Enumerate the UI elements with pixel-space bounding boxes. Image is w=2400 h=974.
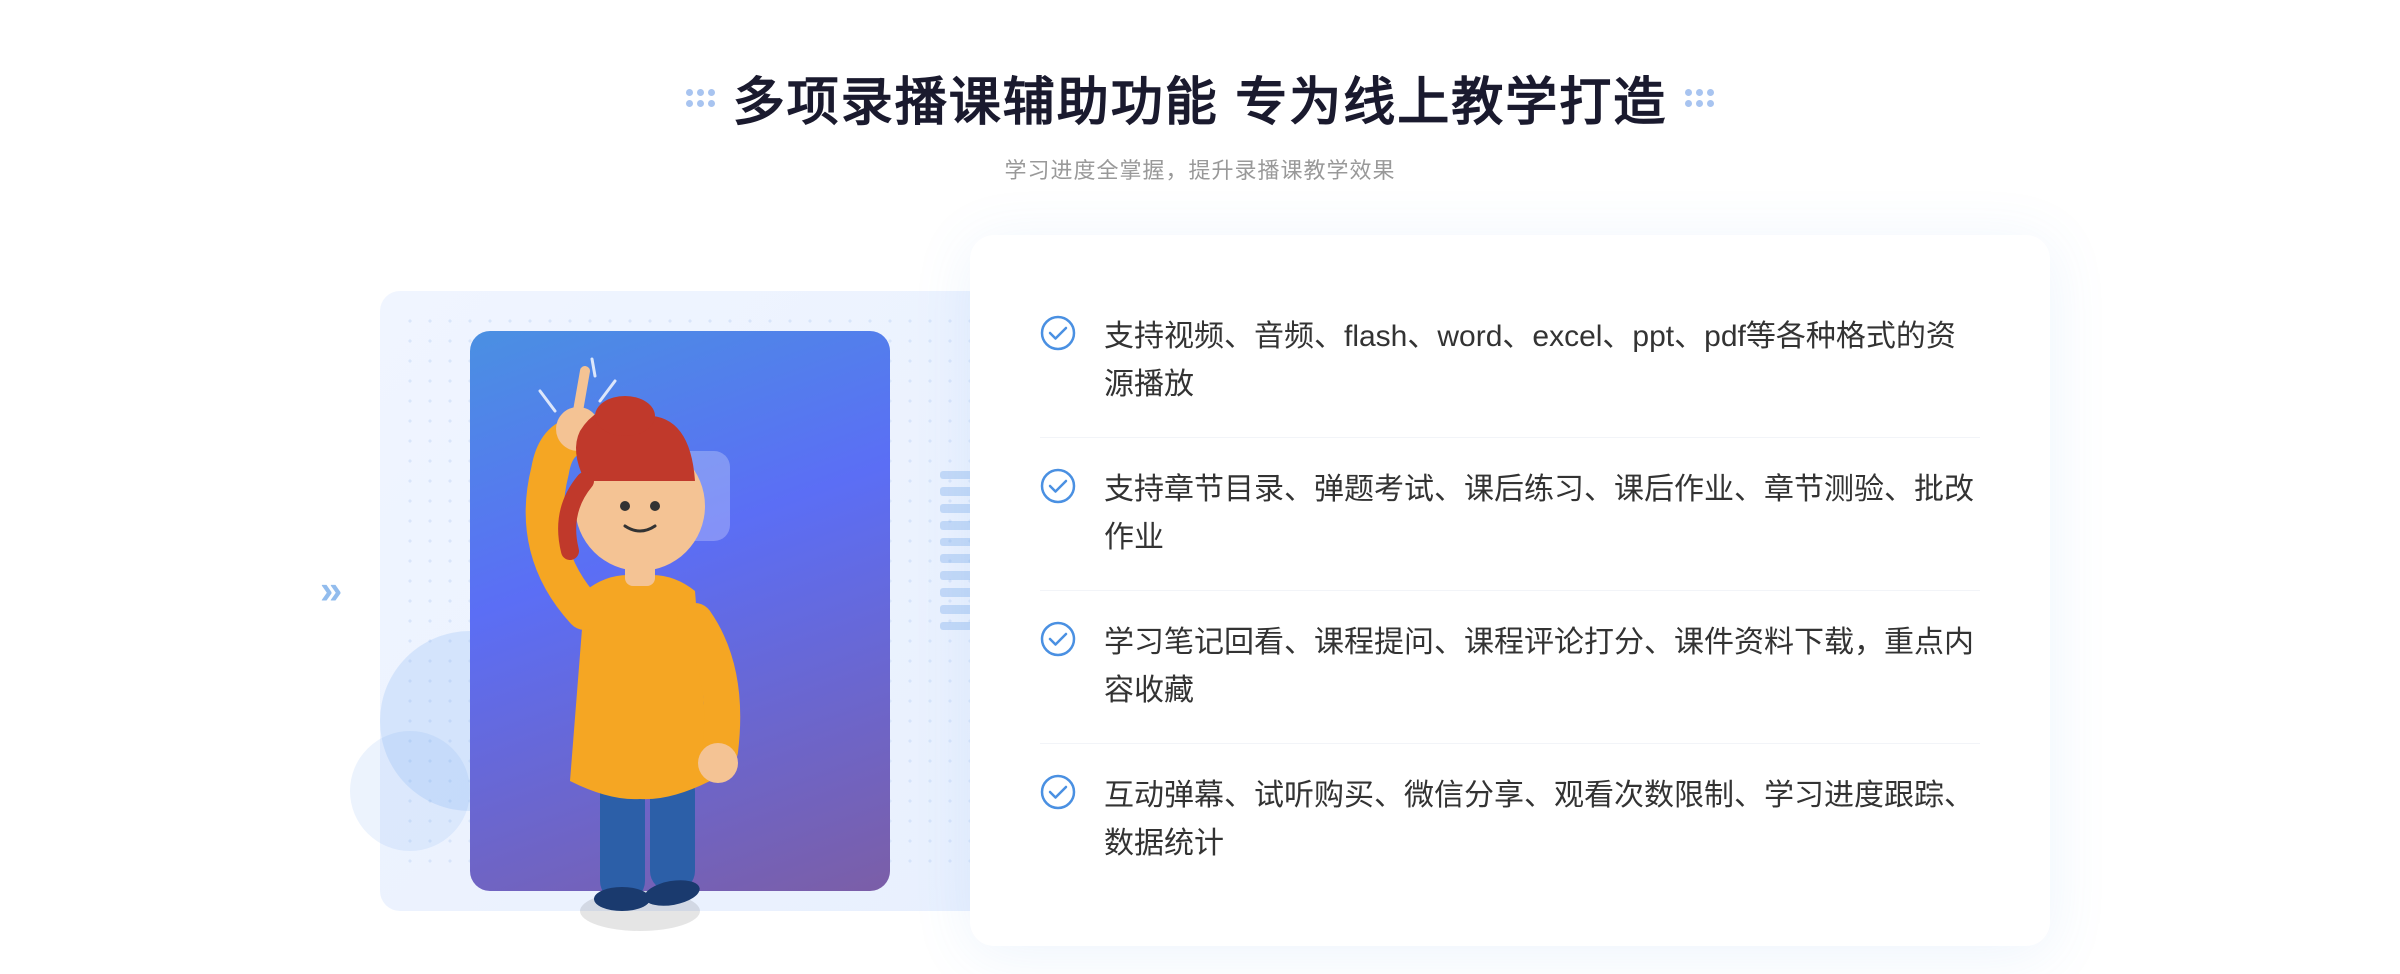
page-wrapper: 多项录播课辅助功能 专为线上教学打造 学习进度全掌握，提升录播课教学效果 xyxy=(0,0,2400,974)
feature-text-4: 互动弹幕、试听购买、微信分享、观看次数限制、学习进度跟踪、数据统计 xyxy=(1104,772,1980,868)
check-icon-1 xyxy=(1040,315,1076,351)
feature-text-3: 学习笔记回看、课程提问、课程评论打分、课件资料下载，重点内容收藏 xyxy=(1104,619,1980,715)
check-icon-4 xyxy=(1040,774,1076,810)
feature-text-2: 支持章节目录、弹题考试、课后练习、课后作业、章节测验、批改作业 xyxy=(1104,466,1980,562)
figure-illustration xyxy=(430,351,850,931)
page-title: 多项录播课辅助功能 专为线上教学打造 xyxy=(733,60,1667,135)
feature-item-3: 学习笔记回看、课程提问、课程评论打分、课件资料下载，重点内容收藏 xyxy=(1040,591,1980,744)
feature-item-2: 支持章节目录、弹题考试、课后练习、课后作业、章节测验、批改作业 xyxy=(1040,438,1980,591)
check-icon-3 xyxy=(1040,621,1076,657)
dot-grid-right xyxy=(1685,89,1714,107)
illustration-wrapper: » xyxy=(350,251,1030,931)
header-area: 多项录播课辅助功能 专为线上教学打造 xyxy=(686,60,1714,135)
page-subtitle: 学习进度全掌握，提升录播课教学效果 xyxy=(1004,153,1395,185)
feature-item-4: 互动弹幕、试听购买、微信分享、观看次数限制、学习进度跟踪、数据统计 xyxy=(1040,744,1980,896)
features-card: 支持视频、音频、flash、word、excel、ppt、pdf等各种格式的资源… xyxy=(970,235,2050,946)
chevron-left-icon: » xyxy=(320,568,342,613)
feature-item-1: 支持视频、音频、flash、word、excel、ppt、pdf等各种格式的资源… xyxy=(1040,285,1980,438)
dot-grid-left xyxy=(686,89,715,107)
title-decoration-right xyxy=(1685,89,1714,107)
title-decoration-left xyxy=(686,89,715,107)
feature-text-1: 支持视频、音频、flash、word、excel、ppt、pdf等各种格式的资源… xyxy=(1104,313,1980,409)
content-area: » xyxy=(350,235,2050,946)
check-icon-2 xyxy=(1040,468,1076,504)
